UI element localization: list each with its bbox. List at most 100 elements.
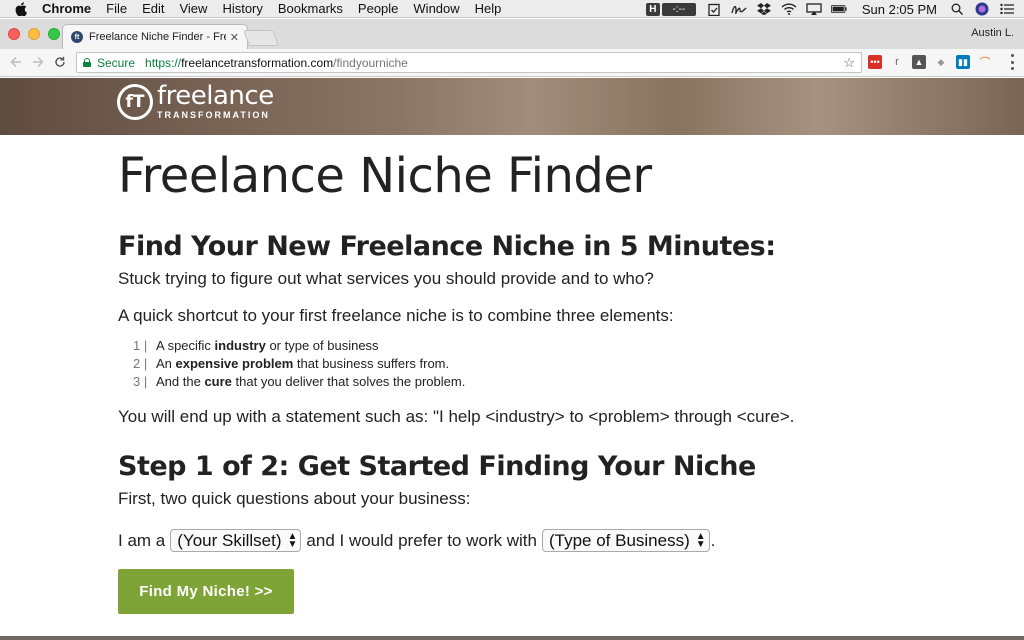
list-item: 2 | An expensive problem that business s… <box>133 355 918 373</box>
window-zoom-button[interactable] <box>48 28 60 40</box>
menu-app-chrome[interactable]: Chrome <box>42 0 91 18</box>
back-arrow-icon[interactable] <box>8 54 24 70</box>
list-text-before: And the <box>156 374 205 389</box>
select-arrows-icon: ▲ ▼ <box>695 530 706 550</box>
hours-tracker-h: H <box>645 2 660 16</box>
tab-freelance-niche-finder[interactable]: ft Freelance Niche Finder - Freel ✕ <box>62 24 248 49</box>
profile-button[interactable]: Austin L. <box>971 27 1014 39</box>
list-item: 1 | A specific industry or type of busin… <box>133 337 918 355</box>
list-text: And the cure that you deliver that solve… <box>156 373 465 391</box>
list-item: 3 | And the cure that you deliver that s… <box>133 373 918 391</box>
clipboard-check-icon[interactable] <box>706 2 722 16</box>
menu-bar: Chrome File Edit View History Bookmarks … <box>0 0 1024 18</box>
niche-form: I am a (Your Skillset) ▲ ▼ and I would pr… <box>118 529 918 552</box>
secure-indicator[interactable]: Secure <box>83 56 135 70</box>
skillset-select[interactable]: (Your Skillset) ▲ ▼ <box>170 529 302 552</box>
logo-tagline: TRANSFORMATION <box>157 110 270 120</box>
form-lead-text: I am a <box>118 530 166 550</box>
site-favicon-icon: ft <box>71 31 83 43</box>
list-text-before: An <box>156 356 176 371</box>
tab-title: Freelance Niche Finder - Freel <box>89 31 226 43</box>
url-host: freelancetransformation.com <box>181 55 334 70</box>
find-my-niche-button[interactable]: Find My Niche! >> <box>118 569 294 614</box>
dropbox-icon[interactable] <box>756 2 772 16</box>
hours-tracker-icon[interactable]: H -:-- <box>645 2 696 16</box>
wifi-icon[interactable] <box>781 2 797 16</box>
menu-window[interactable]: Window <box>413 0 459 18</box>
window-controls <box>8 28 68 40</box>
notification-center-icon[interactable] <box>999 2 1015 16</box>
list-text: A specific industry or type of business <box>156 337 379 355</box>
section-subtitle: Find Your New Freelance Niche in 5 Minut… <box>118 231 776 262</box>
page-title: Freelance Niche Finder <box>118 148 652 204</box>
elements-list: 1 | A specific industry or type of busin… <box>118 337 918 391</box>
secure-label: Secure <box>97 55 136 70</box>
submit-row: Find My Niche! >> <box>118 569 918 614</box>
extensions-area: ••• r ▲ ◆ ▮▮ ⌒ <box>868 55 1000 69</box>
list-text-after: that business suffers from. <box>293 356 450 371</box>
business-type-select-value: (Type of Business) <box>548 530 690 550</box>
list-text-bold: expensive problem <box>175 356 294 371</box>
list-text-before: A specific <box>156 338 215 353</box>
list-text-after: that you deliver that solves the problem… <box>231 374 466 389</box>
bookmark-star-icon[interactable]: ☆ <box>843 55 855 71</box>
reload-icon[interactable] <box>52 54 68 70</box>
web-page: fT freelance TRANSFORMATION Freelance Ni… <box>0 78 1024 640</box>
forward-arrow-icon[interactable] <box>30 54 46 70</box>
footer-image-strip <box>0 636 1024 640</box>
statement-text: You will end up with a statement such as… <box>118 407 795 426</box>
list-text-bold: industry <box>214 338 266 353</box>
address-bar[interactable]: Secure https:// freelancetransformation.… <box>76 52 862 73</box>
menu-view[interactable]: View <box>179 0 207 18</box>
shortcut-text: A quick shortcut to your first freelance… <box>118 306 674 325</box>
list-text-after: or type of business <box>265 338 379 353</box>
logo-wordmark: freelance TRANSFORMATION <box>157 83 274 120</box>
menu-edit[interactable]: Edit <box>142 0 164 18</box>
trello-extension-icon[interactable]: ▮▮ <box>956 55 970 69</box>
chrome-menu-icon[interactable] <box>1010 54 1014 70</box>
siri-icon[interactable] <box>974 2 990 16</box>
signature-icon[interactable] <box>731 2 747 16</box>
evernote-extension-icon[interactable]: ▲ <box>912 55 926 69</box>
readability-extension-icon[interactable]: r <box>890 55 904 69</box>
lastpass-extension-icon[interactable]: ••• <box>868 55 882 69</box>
business-type-select[interactable]: (Type of Business) ▲ ▼ <box>541 529 710 552</box>
list-text: An expensive problem that business suffe… <box>156 355 449 373</box>
lock-icon <box>83 58 91 67</box>
site-logo[interactable]: fT freelance TRANSFORMATION <box>117 83 274 120</box>
list-number: 1 | <box>133 338 148 353</box>
window-minimize-button[interactable] <box>28 28 40 40</box>
menu-people[interactable]: People <box>358 0 398 18</box>
logo-mark-icon: fT <box>117 83 153 120</box>
list-number: 3 | <box>133 374 148 389</box>
hours-tracker-timer: -:-- <box>661 2 696 16</box>
new-tab-button[interactable] <box>243 30 279 46</box>
menu-history[interactable]: History <box>222 0 262 18</box>
menu-bookmarks[interactable]: Bookmarks <box>278 0 343 18</box>
url-path: /findyourniche <box>333 55 408 70</box>
airplay-icon[interactable] <box>806 2 822 16</box>
apple-icon[interactable] <box>14 1 28 16</box>
dropbox-extension-icon[interactable]: ◆ <box>934 55 948 69</box>
logo-name: freelance <box>157 81 274 111</box>
menubar-clock[interactable]: Sun 2:05 PM <box>862 2 937 17</box>
list-text-bold: cure <box>204 374 232 389</box>
skillset-select-value: (Your Skillset) <box>177 530 282 550</box>
list-number: 2 | <box>133 356 148 371</box>
window-close-button[interactable] <box>8 28 20 40</box>
url-scheme: https:// <box>145 55 182 70</box>
select-arrows-icon: ▲ ▼ <box>287 530 298 550</box>
rainbow-extension-icon[interactable]: ⌒ <box>978 55 992 69</box>
tab-close-icon[interactable]: ✕ <box>230 31 239 44</box>
battery-icon[interactable] <box>830 2 847 16</box>
menu-file[interactable]: File <box>106 0 127 18</box>
spotlight-search-icon[interactable] <box>949 2 965 16</box>
tab-strip: ft Freelance Niche Finder - Freel ✕ Aust… <box>0 19 1024 49</box>
browser-toolbar: Secure https:// freelancetransformation.… <box>0 49 1024 77</box>
intro-text: Stuck trying to figure out what services… <box>118 269 654 288</box>
main-content: Freelance Niche Finder Find Your New Fre… <box>118 148 918 614</box>
step-intro: First, two quick questions about your bu… <box>118 489 471 508</box>
menu-help[interactable]: Help <box>475 0 502 18</box>
step-heading: Step 1 of 2: Get Started Finding Your Ni… <box>118 451 756 482</box>
form-end-text: . <box>710 530 716 550</box>
